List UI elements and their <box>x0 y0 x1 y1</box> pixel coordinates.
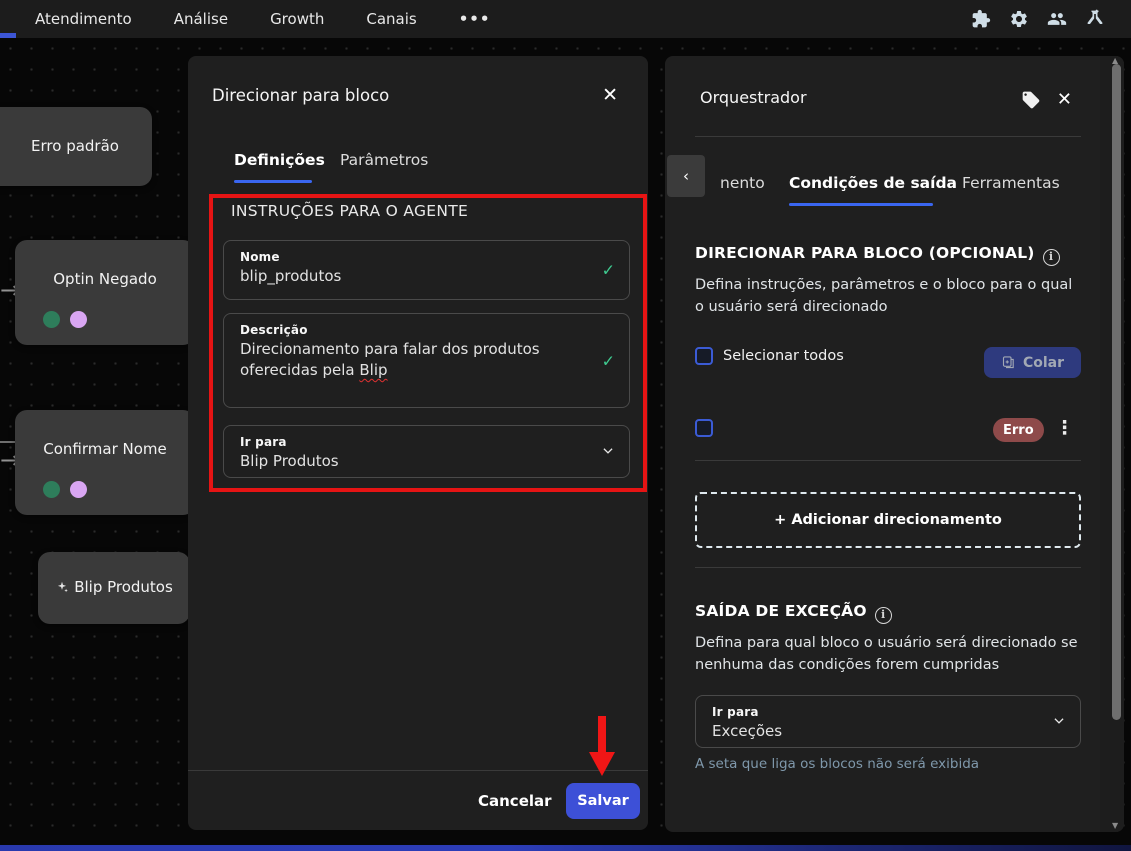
direcionar-description: Defina instruções, parâmetros e o bloco … <box>695 274 1081 318</box>
nav-action-icons <box>971 0 1105 38</box>
chevron-down-icon <box>601 442 615 461</box>
row-divider <box>695 460 1081 461</box>
select-all-checkbox[interactable] <box>695 347 713 365</box>
flow-block-blip-produtos[interactable]: Blip Produtos <box>38 552 190 624</box>
misspelled-word: Blip <box>359 361 387 379</box>
top-navigation-bar: Atendimento Análise Growth Canais ••• <box>0 0 1131 38</box>
panel-title: Orquestrador <box>700 88 807 107</box>
valid-check-icon: ✓ <box>602 351 615 370</box>
chevron-down-icon <box>1052 712 1066 731</box>
nav-active-tab-indicator <box>0 33 16 38</box>
nav-more-menu[interactable]: ••• <box>459 10 491 28</box>
select-all-label: Selecionar todos <box>723 348 844 364</box>
nav-item-atendimento[interactable]: Atendimento <box>35 10 132 28</box>
panel-scrollbar: ▲ ▼ <box>1100 56 1124 832</box>
tab-condicoes-de-saida[interactable]: Condições de saída <box>789 174 957 192</box>
nome-field-label: Nome <box>240 250 589 264</box>
paste-icon <box>1001 355 1016 370</box>
header-divider <box>695 136 1081 137</box>
descricao-field-label: Descrição <box>240 323 589 337</box>
excecao-section-title: SAÍDA DE EXCEÇÃOi <box>695 602 892 624</box>
collapse-panel-button[interactable]: ‹ <box>667 155 705 197</box>
active-tab-underline <box>789 203 933 206</box>
section-divider <box>695 567 1081 568</box>
purple-port-dot <box>70 481 87 498</box>
nome-field[interactable]: Nome blip_produtos ✓ <box>223 240 630 300</box>
flow-block-confirmar-nome[interactable]: Confirmar Nome <box>15 410 195 515</box>
paste-colar-button[interactable]: Colar <box>984 347 1081 378</box>
nav-item-analise[interactable]: Análise <box>174 10 228 28</box>
valid-check-icon: ✓ <box>602 261 615 280</box>
tab-parametros[interactable]: Parâmetros <box>340 151 428 169</box>
tab-ferramentas[interactable]: Ferramentas <box>962 174 1060 192</box>
scroll-down-icon[interactable]: ▼ <box>1112 821 1118 830</box>
tab-clipped[interactable]: nento <box>720 174 765 192</box>
add-direcionamento-button[interactable]: + Adicionar direcionamento <box>695 492 1081 548</box>
green-port-dot <box>43 311 60 328</box>
users-group-icon[interactable] <box>1047 9 1067 29</box>
cancel-button[interactable]: Cancelar <box>478 792 552 810</box>
modal-close-icon[interactable]: ✕ <box>602 84 618 106</box>
flask-lab-icon[interactable] <box>1085 9 1105 29</box>
connector-line <box>0 441 16 443</box>
erro-status-badge: Erro <box>993 418 1044 442</box>
descricao-field-value[interactable]: Direcionamento para falar dos produtos o… <box>240 339 589 381</box>
tab-definicoes[interactable]: Definições <box>234 151 325 169</box>
nome-field-value[interactable]: blip_produtos <box>240 266 589 287</box>
orquestrador-panel: Orquestrador ✕ ‹ nento Condições de saíd… <box>665 56 1124 832</box>
excecao-description: Defina para qual bloco o usuário será di… <box>695 632 1081 676</box>
tag-icon[interactable] <box>1021 90 1041 110</box>
flow-block-label: Optin Negado <box>15 270 195 288</box>
direcionar-section-title: DIRECIONAR PARA BLOCO (OPCIONAL)i <box>695 244 1060 266</box>
purple-port-dot <box>70 311 87 328</box>
flow-block-label: Confirmar Nome <box>15 440 195 458</box>
instructions-section-title: INSTRUÇÕES PARA O AGENTE <box>231 202 468 220</box>
info-icon[interactable]: i <box>875 607 892 624</box>
scrollbar-thumb[interactable] <box>1112 64 1121 720</box>
settings-gear-icon[interactable] <box>1009 9 1029 29</box>
extensions-puzzle-icon[interactable] <box>971 9 991 29</box>
app-window: Erro padrão → Optin Negado → Confirmar N… <box>0 0 1131 851</box>
bottom-progress-bar <box>0 845 1131 851</box>
descricao-field[interactable]: Descrição Direcionamento para falar dos … <box>223 313 630 408</box>
active-tab-underline <box>234 180 312 183</box>
ir-para-select-label: Ir para <box>240 435 589 449</box>
direction-row-checkbox[interactable] <box>695 419 713 437</box>
save-button[interactable]: Salvar <box>566 783 640 819</box>
chevron-left-icon: ‹ <box>683 167 689 185</box>
kebab-menu-icon[interactable]: ⋮ <box>1055 416 1074 441</box>
direcionar-para-bloco-modal: Direcionar para bloco ✕ Definições Parâm… <box>188 56 648 830</box>
excecao-ir-para-select[interactable]: Ir para Exceções <box>695 695 1081 748</box>
nav-item-canais[interactable]: Canais <box>366 10 416 28</box>
flow-block-erro-padrao[interactable]: Erro padrão <box>0 107 152 186</box>
sparkle-ai-icon <box>55 580 69 594</box>
excecao-ir-para-label: Ir para <box>712 705 1040 719</box>
excecao-ir-para-value: Exceções <box>712 721 1040 742</box>
ir-para-select[interactable]: Ir para Blip Produtos <box>223 425 630 478</box>
modal-title: Direcionar para bloco <box>212 86 389 105</box>
panel-close-icon[interactable]: ✕ <box>1057 89 1072 110</box>
flow-block-label: Blip Produtos <box>74 578 173 596</box>
ir-para-select-value: Blip Produtos <box>240 451 589 472</box>
nav-item-growth[interactable]: Growth <box>270 10 324 28</box>
info-icon[interactable]: i <box>1043 249 1060 266</box>
arrow-hidden-note: A seta que liga os blocos não será exibi… <box>695 756 979 772</box>
green-port-dot <box>43 481 60 498</box>
flow-block-optin-negado[interactable]: Optin Negado <box>15 240 195 345</box>
footer-divider <box>188 770 648 771</box>
flow-block-label: Erro padrão <box>0 137 152 155</box>
